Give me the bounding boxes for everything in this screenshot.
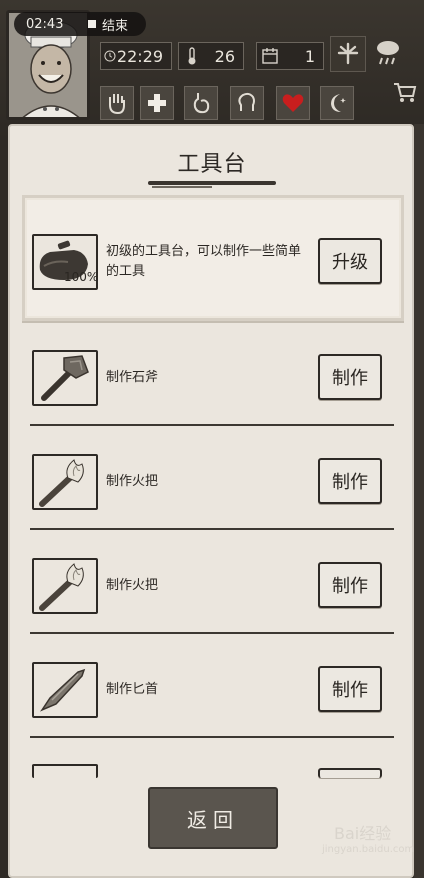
craft-button[interactable]: 制作 (318, 666, 382, 712)
workbench-percent: 100% (64, 270, 98, 284)
day-counter: 1 (256, 42, 324, 70)
clock-display: 22:29 (100, 42, 172, 70)
recipe-thumbnail (32, 558, 98, 614)
recording-end-label: 结束 (102, 18, 129, 34)
recipe-divider (30, 528, 394, 530)
craft-button[interactable]: 制作 (318, 354, 382, 400)
recipe-thumbnail (32, 350, 98, 406)
panel-title: 工具台 (177, 152, 247, 177)
top-hud: 02:43 结束 22:29 26 1 (0, 0, 424, 140)
day-value: 1 (304, 46, 315, 66)
recipe-divider (30, 424, 394, 426)
clock-value: 22:29 (116, 46, 163, 66)
temperature-value: 26 (214, 46, 235, 66)
temperature-display: 26 (178, 42, 244, 70)
dagger-icon (39, 668, 86, 712)
craft-button-partial[interactable] (318, 768, 382, 778)
stomach-icon[interactable] (184, 86, 218, 120)
stop-icon (88, 20, 96, 28)
recipe-thumbnail-partial (32, 764, 98, 778)
screen-recording-indicator[interactable]: 02:43 结束 (14, 12, 146, 36)
calendar-icon (262, 48, 278, 64)
back-button[interactable]: 返回 (148, 787, 278, 849)
recipe-divider (30, 632, 394, 634)
weed-leaf-icon[interactable] (330, 36, 366, 72)
moon-sleep-icon[interactable] (320, 86, 354, 120)
recipe-label: 制作石斧 (106, 370, 159, 385)
recipe-thumbnail (32, 662, 98, 718)
recipe-label: 制作火把 (106, 578, 159, 593)
recipe-label: 制作火把 (106, 474, 159, 489)
watermark-url: jingyan.baidu.com (322, 844, 415, 855)
recipe-divider (30, 736, 394, 738)
health-plus-icon[interactable] (140, 86, 174, 120)
recipe-thumbnail (32, 454, 98, 510)
title-underline-accent (152, 186, 212, 188)
baidu-watermark: Bai经验 jingyan.baidu.com (322, 820, 414, 855)
clock-icon (104, 50, 116, 62)
craft-button[interactable]: 制作 (318, 458, 382, 504)
thermometer-icon (188, 47, 196, 65)
craft-button[interactable]: 制作 (318, 562, 382, 608)
title-underline (148, 181, 276, 185)
recipe-label: 制作匕首 (106, 682, 159, 697)
upgrade-button[interactable]: 升级 (318, 238, 382, 284)
rain-weather-icon[interactable] (370, 34, 406, 70)
workbench-thumbnail: 100% (32, 234, 98, 290)
hand-category-icon[interactable] (100, 86, 134, 120)
watermark-brand: Bai经验 (334, 824, 392, 843)
torch-icon (39, 563, 84, 611)
heart-icon[interactable] (276, 86, 310, 120)
stone-axe-icon (41, 355, 89, 401)
workbench-description: 初级的工具台，可以制作一些简单的工具 (106, 244, 302, 279)
panel-frame-right (414, 124, 424, 878)
shop-cart-icon[interactable] (392, 80, 418, 108)
recording-time: 02:43 (26, 16, 64, 32)
torch-icon (39, 459, 84, 507)
head-mind-icon[interactable] (230, 86, 264, 120)
